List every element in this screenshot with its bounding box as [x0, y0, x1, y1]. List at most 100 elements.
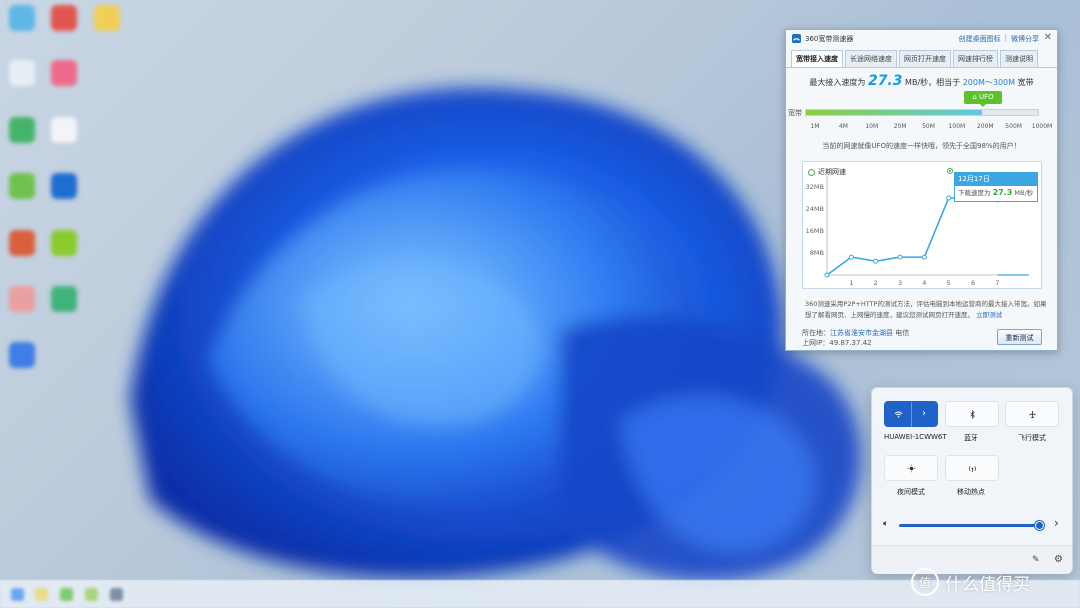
speed-unit: MB/秒，相当于	[905, 78, 961, 87]
ip-label: 上网IP：	[802, 339, 830, 347]
chart-tooltip: 12月17日 下载速度为 27.3 MB/秒	[954, 172, 1038, 202]
close-icon[interactable]: ✕	[1044, 32, 1052, 43]
night-light-tile[interactable]	[884, 455, 938, 481]
scale-tick-label: 1M	[810, 123, 820, 130]
speed-result: 最大接入速度为 27.3 MB/秒，相当于 200M～300M 宽带	[786, 73, 1057, 89]
desktop-icon[interactable]	[9, 117, 35, 143]
speed-test-window: 360宽带测速器 创建桌面图标 | 微博分享 ✕ 宽带接入速度 长途网络速度 网…	[785, 29, 1058, 351]
desktop-icon[interactable]	[51, 173, 77, 199]
x-tick-label: 1	[849, 279, 853, 287]
bluetooth-label: 蓝牙	[964, 434, 978, 442]
ufo-icon: ⌂	[972, 93, 979, 101]
airplane-tile[interactable]	[1005, 401, 1059, 427]
tab-bar: 宽带接入速度 长途网络速度 网页打开速度 网速排行榜 测速说明	[791, 50, 1038, 67]
data-point	[848, 254, 854, 260]
edit-icon[interactable]: ✎	[1032, 555, 1040, 565]
speed-value: 27.3	[867, 73, 903, 89]
scale-tick-label: 500M	[1005, 123, 1022, 130]
desktop-icon[interactable]	[9, 60, 35, 86]
tile-divider	[911, 402, 912, 428]
taskbar-app-icon[interactable]	[60, 588, 73, 601]
clock-icon	[808, 168, 815, 176]
tab-speed-ranking[interactable]: 网速排行榜	[953, 50, 998, 67]
bluetooth-tile[interactable]	[945, 401, 999, 427]
gear-icon[interactable]: ⚙	[1054, 554, 1063, 565]
x-tick-label: 2	[874, 279, 878, 287]
retest-button[interactable]: 重新测试	[997, 329, 1042, 345]
ufo-badge: ⌂ UFO	[964, 91, 1002, 107]
data-point	[824, 272, 830, 278]
weibo-share-link[interactable]: 微博分享	[1011, 34, 1039, 44]
watermark-logo: 值	[911, 568, 939, 596]
link-separator: |	[1004, 34, 1007, 42]
hotspot-icon	[968, 465, 976, 472]
tab-long-distance-speed[interactable]: 长途网络速度	[845, 50, 897, 67]
desktop-icon[interactable]	[9, 342, 35, 368]
tooltip-unit: MB/秒	[1014, 189, 1034, 197]
hotspot-tile[interactable]	[945, 455, 999, 481]
chevron-right-icon[interactable]: ›	[922, 408, 926, 419]
y-tick-label: 32MB	[806, 183, 824, 191]
quick-settings-panel: › HUAWEI-1CWW6T 蓝牙 飞行模式 夜间模式 移动热点 🔈︎ › ✎…	[871, 387, 1073, 574]
ufo-label: UFO	[979, 93, 994, 101]
desktop-icon[interactable]	[51, 230, 77, 256]
x-tick-label: 6	[971, 279, 975, 287]
volume-icon[interactable]: 🔈︎	[883, 519, 888, 529]
taskbar-app-icon[interactable]	[85, 588, 98, 601]
location-label: 所在地：	[802, 329, 830, 337]
recent-speed-chart: 8MB 16MB 24MB 32MB 1 2 3 4 5 6 7 近期网速 12月17日 下载速度为…	[802, 161, 1042, 289]
scale-tick-label: 20M	[893, 123, 907, 130]
data-point	[946, 195, 952, 201]
tab-webpage-speed[interactable]: 网页打开速度	[899, 50, 951, 67]
bandwidth-scale: 1M 4M 10M 20M 50M 100M 200M 500M 1000M	[805, 123, 1053, 132]
watermark: 值 什么值得买	[911, 566, 1030, 598]
data-point	[897, 254, 903, 260]
tab-access-speed[interactable]: 宽带接入速度	[791, 50, 843, 67]
scale-tick-label: 100M	[948, 123, 966, 130]
tab-divider	[786, 67, 1057, 68]
bandwidth-label: 宽带	[788, 109, 802, 117]
location-value[interactable]: 江苏省淮安市金湖县	[830, 329, 893, 337]
desktop-icon[interactable]	[51, 286, 77, 312]
info-description: 360测速采用P2P+HTTP的测试方法，评估电脑到本地运营商的最大接入带宽。如…	[805, 300, 1047, 319]
radio-option[interactable]	[947, 168, 953, 174]
chevron-right-icon[interactable]: ›	[1054, 516, 1059, 530]
bandwidth-bar	[805, 109, 1039, 116]
watermark-logo-text: 值	[918, 575, 931, 590]
desktop-icon[interactable]	[94, 5, 120, 31]
taskbar-app-icon[interactable]	[110, 588, 123, 601]
speed-series-line	[826, 197, 998, 276]
desktop-icon[interactable]	[51, 5, 77, 31]
desktop-icon[interactable]	[9, 286, 35, 312]
tab-help[interactable]: 测速说明	[1000, 50, 1038, 67]
wifi-tile[interactable]: ›	[884, 401, 938, 428]
y-tick-label: 8MB	[810, 249, 824, 257]
bandwidth-suffix: 宽带	[1017, 78, 1034, 87]
desktop-icon[interactable]	[51, 117, 77, 143]
start-icon[interactable]	[11, 588, 24, 601]
desktop-icon[interactable]	[9, 230, 35, 256]
app-logo-icon	[792, 34, 801, 43]
tooltip-date: 12月17日	[955, 173, 1037, 186]
data-point	[921, 254, 927, 260]
brightness-icon	[907, 464, 915, 472]
bandwidth-range: 200M～300M	[962, 78, 1016, 87]
tooltip-body: 下载速度为 27.3 MB/秒	[955, 186, 1037, 200]
taskbar-app-icon[interactable]	[35, 588, 48, 601]
desktop-icon[interactable]	[51, 60, 77, 86]
speed-prefix: 最大接入速度为	[809, 78, 866, 87]
volume-slider[interactable]	[899, 524, 1042, 527]
test-now-link[interactable]: 立即测试	[976, 311, 1002, 319]
scale-tick-label: 4M	[838, 123, 848, 130]
desktop-icon[interactable]	[9, 5, 35, 31]
create-shortcut-link[interactable]: 创建桌面图标	[959, 34, 1001, 44]
volume-slider-handle[interactable]	[1035, 521, 1044, 530]
wifi-label: HUAWEI-1CWW6T	[884, 433, 947, 441]
data-point	[873, 258, 879, 264]
info-text: 360测速采用P2P+HTTP的测试方法，评估电脑到本地运营商的最大接入带宽。如…	[805, 299, 1050, 321]
desktop-icon[interactable]	[9, 173, 35, 199]
chart-title: 近期网速	[818, 168, 846, 176]
airplane-icon	[1028, 410, 1036, 418]
watermark-text: 什么值得买	[945, 574, 1030, 595]
x-tick-label: 4	[922, 279, 926, 287]
